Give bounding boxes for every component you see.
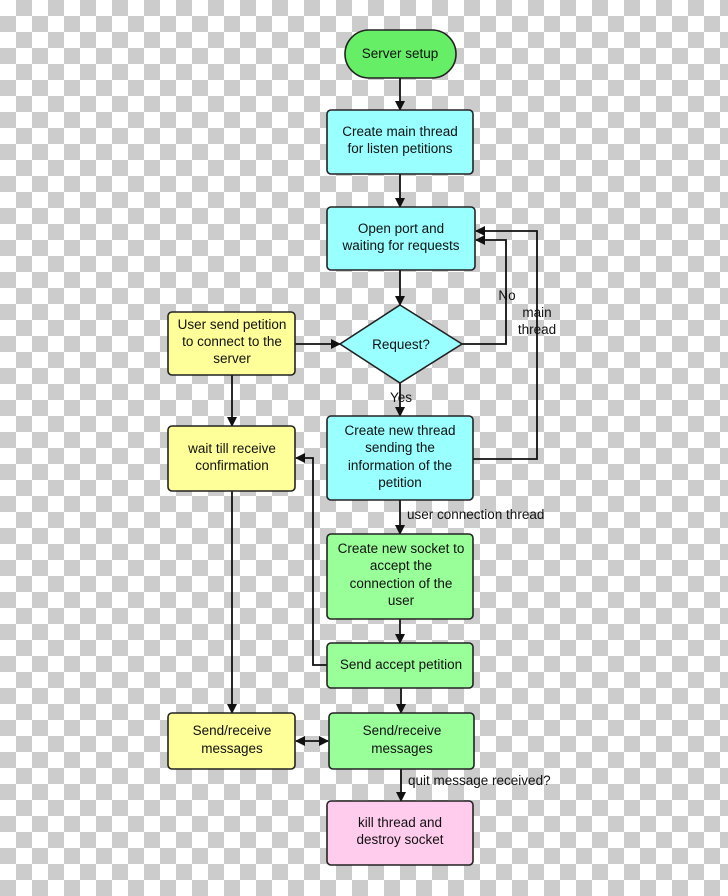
label-main-thread-2: thread — [518, 322, 556, 337]
svg-text:accept the: accept the — [370, 558, 432, 573]
node-send-accept: Send accept petition — [326, 642, 474, 689]
svg-text:petition: petition — [378, 475, 422, 490]
svg-text:Create new socket to: Create new socket to — [338, 541, 465, 556]
svg-text:Send accept petition: Send accept petition — [340, 657, 462, 672]
svg-text:Server setup: Server setup — [362, 46, 439, 61]
svg-text:User send petition: User send petition — [178, 317, 287, 332]
node-server-setup: Server setup — [344, 29, 457, 79]
svg-text:server: server — [213, 351, 251, 366]
svg-text:Create new thread: Create new thread — [344, 423, 455, 438]
svg-text:destroy socket: destroy socket — [356, 832, 443, 847]
svg-text:Create main thread: Create main thread — [342, 124, 458, 139]
node-kill-thread: kill thread and destroy socket — [326, 800, 474, 866]
node-user-send-petition: User send petition to connect to the ser… — [167, 311, 296, 376]
node-create-new-thread: Create new thread sending the informatio… — [326, 415, 474, 501]
svg-text:kill thread and: kill thread and — [358, 815, 442, 830]
svg-text:to connect to the: to connect to the — [182, 334, 282, 349]
svg-text:waiting for requests: waiting for requests — [341, 238, 459, 253]
label-no: No — [498, 288, 515, 303]
svg-text:connection of the: connection of the — [350, 576, 453, 591]
node-wait-confirmation: wait till receive confirmation — [167, 425, 296, 492]
label-yes: Yes — [390, 390, 412, 405]
svg-text:messages: messages — [371, 741, 433, 756]
label-main-thread-1: main — [522, 305, 551, 320]
node-create-main-thread: Create main thread for listen petitions — [326, 109, 474, 175]
label-quit-message: quit message received? — [408, 773, 551, 788]
svg-text:messages: messages — [201, 741, 263, 756]
node-server-send-receive: Send/receive messages — [328, 712, 475, 770]
svg-text:confirmation: confirmation — [195, 458, 269, 473]
svg-text:sending the: sending the — [365, 440, 435, 455]
svg-text:Request?: Request? — [372, 337, 430, 352]
svg-text:user: user — [388, 593, 415, 608]
svg-text:Open port and: Open port and — [358, 221, 444, 236]
node-user-send-receive: Send/receive messages — [167, 712, 296, 770]
edge-accept-to-wait — [295, 453, 327, 666]
label-user-connection-thread: user connection thread — [407, 507, 544, 522]
svg-text:Send/receive: Send/receive — [193, 723, 272, 738]
svg-text:information of the: information of the — [348, 458, 452, 473]
svg-text:wait till receive: wait till receive — [187, 441, 276, 456]
flowchart: No Yes main thread user connection threa… — [167, 29, 556, 866]
node-open-port: Open port and waiting for requests — [326, 206, 476, 271]
svg-text:Send/receive: Send/receive — [363, 723, 442, 738]
node-create-socket: Create new socket to accept the connecti… — [326, 533, 474, 620]
svg-text:for listen petitions: for listen petitions — [347, 141, 452, 156]
node-request-decision: Request? — [338, 304, 464, 384]
edge-main-thread-loop — [473, 226, 538, 460]
